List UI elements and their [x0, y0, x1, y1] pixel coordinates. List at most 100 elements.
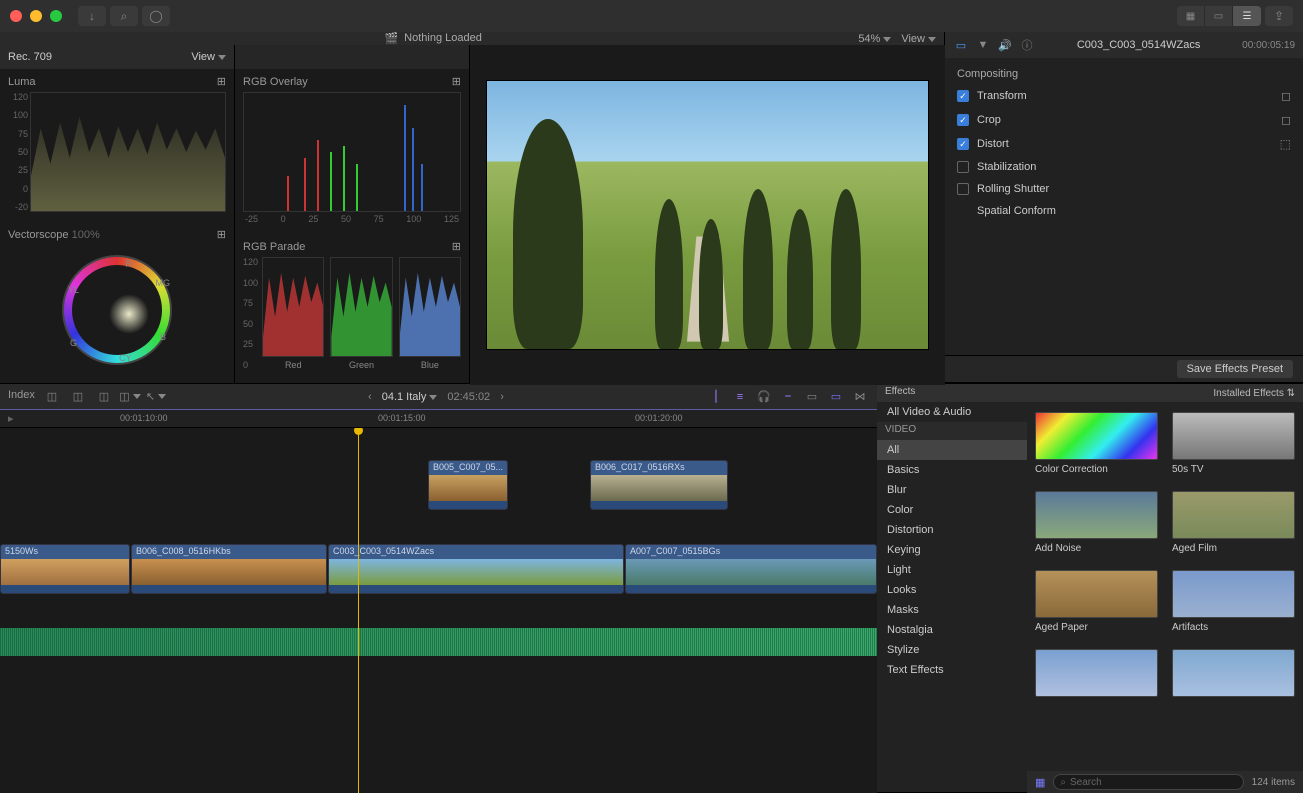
rgb-parade-title: RGB Parade: [243, 241, 305, 253]
effect-item[interactable]: 50s TV: [1172, 412, 1295, 475]
effects-grid-view-icon[interactable]: ▦: [1035, 776, 1045, 789]
effects-category-item[interactable]: Text Effects: [877, 660, 1027, 680]
transform-row[interactable]: Transform ◻: [945, 84, 1303, 108]
crop-reset-icon[interactable]: ◻: [1281, 113, 1291, 127]
transform-reset-icon[interactable]: ◻: [1281, 89, 1291, 103]
effect-item[interactable]: Add Noise: [1035, 491, 1158, 554]
effect-item[interactable]: [1172, 649, 1295, 701]
import-button[interactable]: ↓: [78, 6, 106, 26]
effect-thumbnail: [1172, 570, 1295, 618]
rgb-parade-settings-icon[interactable]: ⊞: [452, 240, 461, 253]
browser-loaded-label: Nothing Loaded: [404, 32, 482, 45]
installed-effects-dropdown[interactable]: Installed Effects ⇅: [1213, 388, 1295, 399]
audio-inspector-tab[interactable]: 🔊: [997, 37, 1013, 53]
timeline-clip[interactable]: B005_C007_05...: [428, 460, 508, 510]
effect-thumbnail: [1035, 491, 1158, 539]
ruler-expand-icon[interactable]: ▸: [8, 412, 14, 425]
snapping-button[interactable]: ⎯: [779, 389, 797, 405]
browser-header: 🎬 Nothing Loaded 54% View: [0, 32, 944, 45]
timeline-toggle-button[interactable]: ▭: [1205, 6, 1233, 26]
distort-checkbox[interactable]: [957, 138, 969, 150]
effect-name: Aged Paper: [1035, 622, 1158, 633]
maximize-window-button[interactable]: [50, 10, 62, 22]
effects-category-item[interactable]: Basics: [877, 460, 1027, 480]
scopes-view-menu[interactable]: View: [191, 51, 226, 63]
timeline-index-button[interactable]: Index: [8, 389, 35, 405]
color-inspector-tab[interactable]: ▼: [975, 37, 991, 53]
viewer-zoom-dropdown[interactable]: 54%: [858, 33, 891, 45]
inspector-toggle-button[interactable]: ☰: [1233, 6, 1261, 26]
clip-label: B005_C007_05...: [429, 461, 507, 475]
video-inspector-tab[interactable]: ▭: [953, 37, 969, 53]
minimize-window-button[interactable]: [30, 10, 42, 22]
audio-track[interactable]: [0, 628, 877, 656]
timeline-clip[interactable]: C003_C003_0514WZacs: [328, 544, 624, 594]
close-window-button[interactable]: [10, 10, 22, 22]
effects-category-item[interactable]: Nostalgia: [877, 620, 1027, 640]
timeline-clip[interactable]: 5150Ws: [0, 544, 130, 594]
effect-name: Aged Film: [1172, 543, 1295, 554]
video-viewer[interactable]: [470, 45, 945, 385]
effects-category-item[interactable]: Blur: [877, 480, 1027, 500]
timeline-tracks[interactable]: B005_C007_05... B006_C017_0516RXs 5150WsB…: [0, 428, 877, 793]
append-clip-button[interactable]: ◫: [95, 389, 113, 405]
effects-browser-button[interactable]: ▭: [827, 389, 845, 405]
timeline-duration: 02:45:02: [447, 391, 490, 403]
distort-row[interactable]: Distort ⬚: [945, 132, 1303, 156]
rgb-overlay-settings-icon[interactable]: ⊞: [452, 75, 461, 88]
audio-skimming-button[interactable]: ≡: [731, 389, 749, 405]
effects-category-item[interactable]: All: [877, 440, 1027, 460]
overwrite-clip-button[interactable]: ◫: [121, 389, 139, 405]
skimming-button[interactable]: ⎮: [707, 389, 725, 405]
timeline-clip[interactable]: A007_C007_0515BGs: [625, 544, 877, 594]
stabilization-row[interactable]: Stabilization: [945, 156, 1303, 178]
effects-category-item[interactable]: Light: [877, 560, 1027, 580]
browser-toggle-button[interactable]: ▦: [1177, 6, 1205, 26]
effects-category-item[interactable]: Distortion: [877, 520, 1027, 540]
compositing-section-label: Compositing: [945, 64, 1303, 84]
connect-clip-button[interactable]: ◫: [43, 389, 61, 405]
share-button[interactable]: ⇪: [1265, 6, 1293, 26]
effect-item[interactable]: Color Correction: [1035, 412, 1158, 475]
effect-item[interactable]: Artifacts: [1172, 570, 1295, 633]
stabilization-checkbox[interactable]: [957, 161, 969, 173]
luma-settings-icon[interactable]: ⊞: [217, 75, 226, 88]
effects-category-item[interactable]: Color: [877, 500, 1027, 520]
timeline-playhead[interactable]: [358, 428, 359, 793]
save-effects-preset-button[interactable]: Save Effects Preset: [1177, 360, 1293, 378]
category-all-video-audio[interactable]: All Video & Audio: [877, 402, 1027, 422]
timeline-clip[interactable]: B006_C017_0516RXs: [590, 460, 728, 510]
effects-category-item[interactable]: Masks: [877, 600, 1027, 620]
info-inspector-tab[interactable]: ⓘ: [1019, 37, 1035, 53]
timeline-project-name[interactable]: 04.1 Italy: [382, 391, 438, 403]
effects-category-item[interactable]: Keying: [877, 540, 1027, 560]
distort-reset-icon[interactable]: ⬚: [1280, 137, 1291, 151]
next-edit-button[interactable]: ›: [500, 391, 504, 403]
crop-row[interactable]: Crop ◻: [945, 108, 1303, 132]
effects-search-input[interactable]: ⌕ Search: [1053, 774, 1243, 790]
effects-category-item[interactable]: Looks: [877, 580, 1027, 600]
background-tasks-button[interactable]: ◯: [142, 6, 170, 26]
spatial-conform-row[interactable]: Spatial Conform: [945, 200, 1303, 222]
keyword-button[interactable]: ⌕: [110, 6, 138, 26]
crop-checkbox[interactable]: [957, 114, 969, 126]
prev-edit-button[interactable]: ‹: [368, 391, 372, 403]
effect-item[interactable]: [1035, 649, 1158, 701]
timeline-clip[interactable]: B006_C008_0516HKbs: [131, 544, 327, 594]
clip-appearance-button[interactable]: ▭: [803, 389, 821, 405]
rolling-shutter-checkbox[interactable]: [957, 183, 969, 195]
transitions-browser-button[interactable]: ⋈: [851, 389, 869, 405]
effect-item[interactable]: Aged Paper: [1035, 570, 1158, 633]
timeline-ruler[interactable]: ▸ 00:01:10:0000:01:15:0000:01:20:00: [0, 410, 877, 428]
effect-item[interactable]: Aged Film: [1172, 491, 1295, 554]
insert-clip-button[interactable]: ◫: [69, 389, 87, 405]
viewer-view-menu[interactable]: View: [901, 33, 936, 45]
vectorscope-scope: Vectorscope 100% ⊞ R MG B CY G YL: [0, 222, 234, 385]
rolling-shutter-row[interactable]: Rolling Shutter: [945, 178, 1303, 200]
effect-thumbnail: [1035, 412, 1158, 460]
solo-button[interactable]: 🎧: [755, 389, 773, 405]
select-tool-dropdown[interactable]: ↖: [147, 389, 165, 405]
vectorscope-settings-icon[interactable]: ⊞: [217, 228, 226, 241]
effects-category-item[interactable]: Stylize: [877, 640, 1027, 660]
transform-checkbox[interactable]: [957, 90, 969, 102]
